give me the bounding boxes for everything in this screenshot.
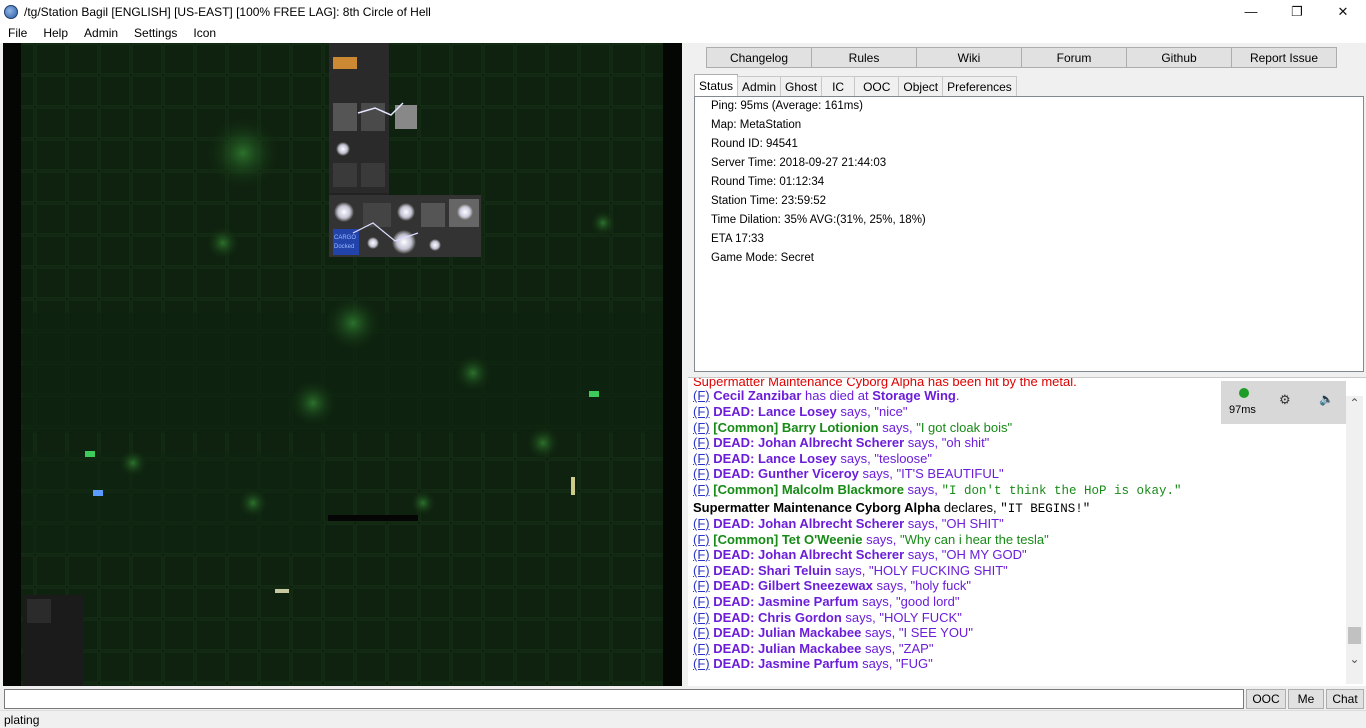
follow-link[interactable]: (F) [693,466,710,481]
title-bar: /tg/Station Bagil [ENGLISH] [US-EAST] [1… [0,0,1366,23]
menu-help[interactable]: Help [35,26,76,40]
tab-object[interactable]: Object [898,76,944,96]
me-button[interactable]: Me [1288,689,1324,709]
chat-line: (F) Cecil Zanzibar has died at Storage W… [693,388,960,403]
chat-line: (F) DEAD: Johan Albrecht Scherer says, "… [693,516,1004,531]
menu-admin[interactable]: Admin [76,26,126,40]
menu-file[interactable]: File [0,26,35,40]
tesla-flash [336,142,350,156]
gear-icon[interactable]: ⚙ [1279,392,1291,408]
follow-link[interactable]: (F) [693,656,710,671]
speaker-icon[interactable]: 🔈 [1319,392,1334,406]
wiki-button[interactable]: Wiki [916,47,1022,68]
menu-icon[interactable]: Icon [185,26,224,40]
chat-line: (F) [Common] Tet O'Weenie says, "Why can… [693,532,1049,547]
link-bar: Changelog Rules Wiki Forum Github Report… [706,47,1337,68]
scroll-up-icon[interactable]: ⌃ [1346,396,1363,413]
chat-line: (F) DEAD: Jasmine Parfum says, "FUG" [693,656,933,671]
chat-line: (F) DEAD: Lance Losey says, "tesloose" [693,451,933,466]
ping-ms: 97ms [1229,404,1256,416]
tab-ghost[interactable]: Ghost [780,76,823,96]
status-round-id: Round ID: 94541 [711,138,798,150]
follow-link[interactable]: (F) [693,451,710,466]
forum-button[interactable]: Forum [1021,47,1127,68]
cargo-sign [333,229,359,255]
tab-ooc[interactable]: OOC [854,76,900,96]
docked-label: Docked [334,244,354,250]
follow-link[interactable]: (F) [693,610,710,625]
chat-scrollbar[interactable]: ⌃ ⌄ [1346,396,1363,684]
ooc-button[interactable]: OOC [1246,689,1286,709]
follow-link[interactable]: (F) [693,547,710,562]
status-game-mode: Game Mode: Secret [711,252,814,264]
chat-line: (F) DEAD: Julian Mackabee says, "ZAP" [693,641,934,656]
cargo-label: CARGO [334,235,356,241]
status-panel: Ping: 95ms (Average: 161ms) Map: MetaSta… [694,96,1364,372]
tab-admin[interactable]: Admin [737,76,782,96]
follow-link[interactable]: (F) [693,435,710,450]
minimize-icon[interactable]: — [1228,0,1274,23]
chat-line: (F) [Common] Malcolm Blackmore says, "I … [693,482,1182,498]
input-bar: OOC Me Chat [0,688,1366,710]
chat-line: (F) DEAD: Julian Mackabee says, "I SEE Y… [693,625,973,640]
chat-line: (F) DEAD: Johan Albrecht Scherer says, "… [693,547,1027,562]
menu-bar: File Help Admin Settings Icon [0,23,1366,43]
tab-ic[interactable]: IC [821,76,856,96]
report-issue-button[interactable]: Report Issue [1231,47,1337,68]
follow-link[interactable]: (F) [693,625,710,640]
restore-icon[interactable]: ❐ [1274,0,1320,23]
github-button[interactable]: Github [1126,47,1232,68]
status-bar: plating [0,710,1366,728]
tab-preferences[interactable]: Preferences [942,76,1017,96]
follow-link[interactable]: (F) [693,641,710,656]
game-map-viewport[interactable]: CARGO Docked [3,43,682,686]
status-time-dilation: Time Dilation: 35% AVG:(31%, 25%, 18%) [711,214,926,226]
status-server-time: Server Time: 2018-09-27 21:44:03 [711,157,887,169]
command-input[interactable] [4,689,1244,709]
window-controls: — ❐ ✕ [1228,0,1366,23]
follow-link[interactable]: (F) [693,578,710,593]
tab-bar: Status Admin Ghost IC OOC Object Prefere… [694,74,1017,96]
chat-button[interactable]: Chat [1326,689,1364,709]
chat-toolbar: 97ms ⚙ 🔈 [1221,381,1346,424]
rules-button[interactable]: Rules [811,47,917,68]
close-icon[interactable]: ✕ [1320,0,1366,23]
chat-line: (F) DEAD: Johan Albrecht Scherer says, "… [693,435,990,450]
glow-blob [203,113,283,193]
scroll-thumb[interactable] [1348,627,1361,644]
chat-line: (F) DEAD: Jasmine Parfum says, "good lor… [693,594,960,609]
chat-line: (F) [Common] Barry Lotionion says, "I go… [693,420,1013,435]
chat-line: (F) DEAD: Lance Losey says, "nice" [693,404,908,419]
tab-status[interactable]: Status [694,74,739,96]
chat-line: Supermatter Maintenance Cyborg Alpha dec… [693,500,1091,516]
follow-link[interactable]: (F) [693,420,710,435]
follow-link[interactable]: (F) [693,404,710,419]
chat-line: (F) DEAD: Shari Teluin says, "HOLY FUCKI… [693,563,1008,578]
follow-link[interactable]: (F) [693,563,710,578]
status-eta: ETA 17:33 [711,233,764,245]
status-station-time: Station Time: 23:59:52 [711,195,827,207]
follow-link[interactable]: (F) [693,532,710,547]
follow-link[interactable]: (F) [693,482,710,497]
window-title: /tg/Station Bagil [ENGLISH] [US-EAST] [1… [24,4,431,19]
status-ping: Ping: 95ms (Average: 161ms) [711,100,863,112]
hover-status-text: plating [4,713,40,727]
follow-link[interactable]: (F) [693,388,710,403]
menu-settings[interactable]: Settings [126,26,185,40]
chat-line: (F) DEAD: Chris Gordon says, "HOLY FUCK" [693,610,962,625]
status-map: Map: MetaStation [711,119,802,131]
status-round-time: Round Time: 01:12:34 [711,176,825,188]
ping-status-icon [1239,388,1249,398]
changelog-button[interactable]: Changelog [706,47,812,68]
scroll-down-icon[interactable]: ⌄ [1346,652,1363,669]
follow-link[interactable]: (F) [693,594,710,609]
map-render[interactable]: CARGO Docked [3,43,682,686]
app-icon [4,4,18,19]
right-pane: Changelog Rules Wiki Forum Github Report… [688,43,1366,686]
chat-line: (F) DEAD: Gilbert Sneezewax says, "holy … [693,578,971,593]
chat-output[interactable]: Supermatter Maintenance Cyborg Alpha has… [688,377,1366,686]
follow-link[interactable]: (F) [693,516,710,531]
map-machine-light [85,451,95,457]
chat-line: (F) DEAD: Gunther Viceroy says, "IT'S BE… [693,466,1004,481]
